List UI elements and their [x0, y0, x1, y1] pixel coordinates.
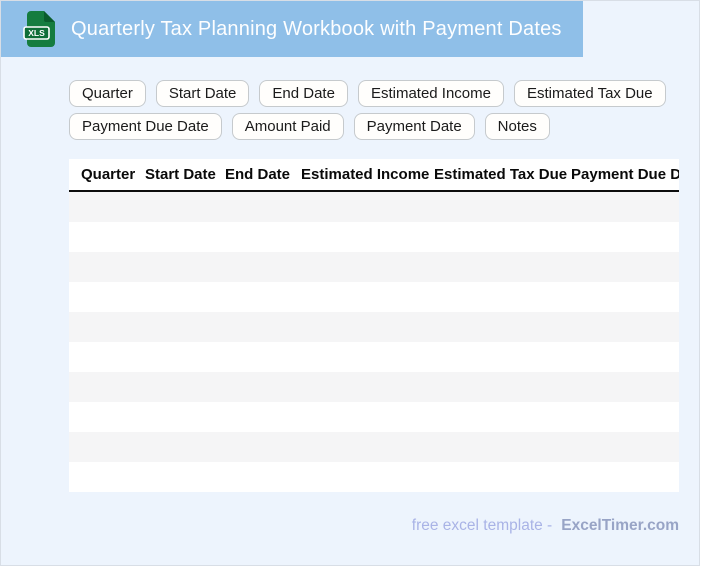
- worksheet-table: Quarter Start Date End Date Estimated In…: [69, 159, 679, 492]
- footer-brand-link[interactable]: ExcelTimer.com: [561, 517, 679, 535]
- table-row: [69, 312, 679, 342]
- table-row: [69, 252, 679, 282]
- chip-payment-date[interactable]: Payment Date: [353, 113, 475, 140]
- col-header-quarter: Quarter: [81, 166, 136, 183]
- table-row: [69, 192, 679, 222]
- table-row: [69, 222, 679, 252]
- chip-estimated-income[interactable]: Estimated Income: [357, 80, 504, 107]
- xls-badge-text: XLS: [28, 28, 45, 38]
- table-row: [69, 342, 679, 372]
- col-header-payment-due-date: Payment Due Date: [571, 166, 679, 183]
- table-row: [69, 402, 679, 432]
- footer-credit-text: free excel template -: [411, 517, 553, 534]
- footer-credit: free excel template - ExcelTimer.com: [412, 517, 679, 535]
- title-bar: XLS Quarterly Tax Planning Workbook with…: [1, 1, 583, 57]
- col-header-start-date: Start Date: [145, 166, 216, 183]
- table-row: [69, 282, 679, 312]
- chip-end-date[interactable]: End Date: [259, 80, 348, 107]
- col-header-estimated-income: Estimated Income: [301, 166, 430, 183]
- col-header-end-date: End Date: [225, 166, 291, 183]
- chip-start-date[interactable]: Start Date: [155, 80, 250, 107]
- chip-quarter[interactable]: Quarter: [69, 80, 146, 107]
- page: XLS Quarterly Tax Planning Workbook with…: [0, 0, 700, 566]
- chip-notes[interactable]: Notes: [484, 113, 550, 140]
- table-row: [69, 432, 679, 462]
- table-body: [69, 192, 679, 492]
- column-chip-list: Quarter Start Date End Date Estimated In…: [69, 80, 691, 140]
- col-header-estimated-tax-due: Estimated Tax Due: [434, 166, 568, 183]
- table-row: [69, 462, 679, 492]
- table-row: [69, 372, 679, 402]
- chip-amount-paid[interactable]: Amount Paid: [231, 113, 344, 140]
- chip-estimated-tax-due[interactable]: Estimated Tax Due: [514, 80, 666, 107]
- chip-payment-due-date[interactable]: Payment Due Date: [69, 113, 222, 140]
- page-title: Quarterly Tax Planning Workbook with Pay…: [71, 17, 562, 40]
- xls-file-icon: XLS: [23, 11, 55, 47]
- table-header-row: Quarter Start Date End Date Estimated In…: [69, 159, 679, 192]
